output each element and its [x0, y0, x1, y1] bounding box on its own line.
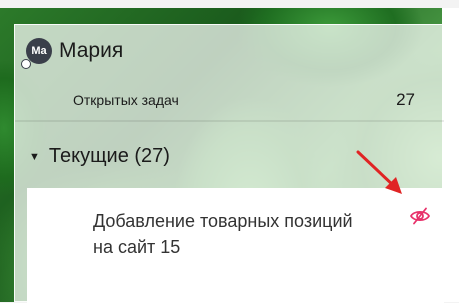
open-tasks-label: Открытых задач	[73, 92, 179, 108]
divider	[15, 120, 444, 122]
caret-down-icon: ▼	[29, 150, 40, 163]
avatar-status-icon	[21, 59, 31, 69]
avatar[interactable]: Ma	[21, 38, 52, 69]
avatar-initials: Ma	[31, 45, 47, 57]
task-title[interactable]: Добавление товарных позиций на сайт 15	[93, 208, 363, 260]
section-title: Текущие (27)	[48, 145, 170, 167]
section-current-toggle[interactable]: ▼ Текущие (27)	[29, 145, 170, 168]
eye-off-icon[interactable]	[409, 207, 431, 225]
user-name[interactable]: Мария	[59, 39, 123, 63]
open-tasks-row: Открытых задач 27	[73, 90, 415, 110]
task-card[interactable]: Добавление товарных позиций на сайт 15	[27, 188, 444, 303]
open-tasks-count: 27	[396, 90, 415, 109]
user-header: Ma Мария	[21, 36, 123, 69]
annotation-arrow-icon	[356, 150, 402, 194]
